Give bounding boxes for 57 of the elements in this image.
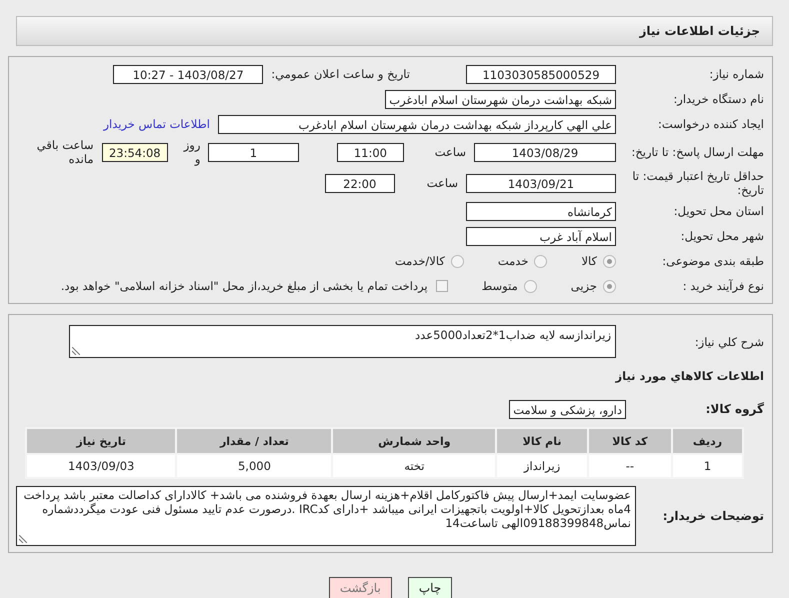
text-field[interactable]: اسلام آباد غرب <box>466 226 616 246</box>
text-field[interactable]: 1403/08/27 - 10:27 <box>113 64 264 84</box>
table-cell: -- <box>588 454 672 478</box>
field-label: شهر محل تحویل: <box>680 229 764 243</box>
table-cell: 1403/09/03 <box>26 454 176 478</box>
field-label: ایجاد کننده درخواست: <box>657 117 764 131</box>
column-header: نام کالا <box>496 428 588 454</box>
table-cell: زیرانداز <box>496 454 588 478</box>
column-header: واحد شمارش <box>332 428 496 454</box>
field-label: ساعت <box>426 176 458 190</box>
column-header: تعداد / مقدار <box>176 428 332 454</box>
payment-note: پرداخت تمام یا بخشی از مبلغ خرید،از محل "اسناد خزانه اسلامی" خواهد بود. <box>60 279 428 293</box>
radio-label: کالا/خدمت <box>394 254 445 268</box>
field-label: توضیحات خریدار: <box>662 509 764 523</box>
field-label: استان محل تحویل: <box>672 204 764 218</box>
text-field[interactable]: 11:00 <box>337 142 404 162</box>
field-label: روز و <box>182 138 200 166</box>
text-field[interactable]: شبکه بهداشت درمان شهرستان اسلام ابادغرب <box>385 90 616 108</box>
notes-box[interactable]: عضوسایت ایمد+ارسال پیش فاکتورکامل اقلام+هزینه ارسال بعهدة فروشنده می باشد+ کالادارای کداصالت معتبر باشد پرداخت 4ماه بعدازتحویل کالا+اولویت باتجهیزات ایرانی میباشد +دارای کدIRC .درصورت عدم تایید مسئول فنی عودت میگرددشماره نماس09188399848الهی تاساعت14 <box>16 486 636 546</box>
radio-label: متوسط <box>482 279 518 293</box>
table-cell: 5,000 <box>176 454 332 478</box>
text-field[interactable]: 1403/08/29 <box>474 142 616 162</box>
column-header: تاریخ نیاز <box>26 428 176 454</box>
resize-grip-icon[interactable] <box>72 347 80 355</box>
column-header: کد کالا <box>588 428 672 454</box>
page-title: جزئیات اطلاعات نیاز <box>639 24 760 38</box>
radio-label: کالا <box>581 254 597 268</box>
field-label: مهلت ارسال پاسخ: تا تاریخ: <box>630 145 764 159</box>
field-label: تاریخ و ساعت اعلان عمومي: <box>271 67 410 81</box>
table-cell: 1 <box>672 454 743 478</box>
countdown-field[interactable]: 23:54:08 <box>102 142 168 162</box>
section-heading: اطلاعات کالاهاي مورد نیاز <box>616 369 764 383</box>
field-label: شرح کلي نیاز: <box>694 334 764 348</box>
field-label: نوع فرآیند خرید : <box>682 279 764 293</box>
table-cell: تخته <box>332 454 496 478</box>
text-field[interactable]: دارو، پزشکی و سلامت <box>509 400 626 418</box>
text-field[interactable]: 1 <box>208 142 298 162</box>
text-field[interactable]: 1403/09/21 <box>466 174 616 192</box>
text-field[interactable]: علي الهي کارپرداز شبکه بهداشت درمان شهرستان اسلام ابادغرب <box>218 114 616 134</box>
field-label: شماره نیاز: <box>708 67 764 81</box>
field-label: گروه کالا: <box>704 402 764 416</box>
buyer-contact-link[interactable]: اطلاعات تماس خریدار <box>103 117 210 131</box>
back-button[interactable]: بازگشت <box>328 577 392 598</box>
print-button[interactable]: چاپ <box>408 577 452 598</box>
field-label: ساعت <box>434 145 466 159</box>
field-label: طبقه بندی موضوعی: <box>661 254 764 268</box>
field-label: حداقل تاریخ اعتبار قیمت: تا تاریخ: <box>631 169 764 197</box>
resize-grip-icon[interactable] <box>19 535 27 543</box>
radio-label: خدمت <box>498 254 528 268</box>
text-field[interactable]: 22:00 <box>324 174 395 192</box>
radio-label: جزیی <box>570 279 597 293</box>
field-label: نام دستگاه خریدار: <box>672 92 764 106</box>
column-header: ردیف <box>672 428 743 454</box>
summary-box[interactable]: زیراندازسه لایه ضداب1*2تعداد5000عدد <box>69 325 616 358</box>
field-label: ساعت باقي مانده <box>36 138 94 166</box>
text-field[interactable]: 1103030585000529 <box>466 64 616 84</box>
text-field[interactable]: کرمانشاه <box>466 202 616 220</box>
